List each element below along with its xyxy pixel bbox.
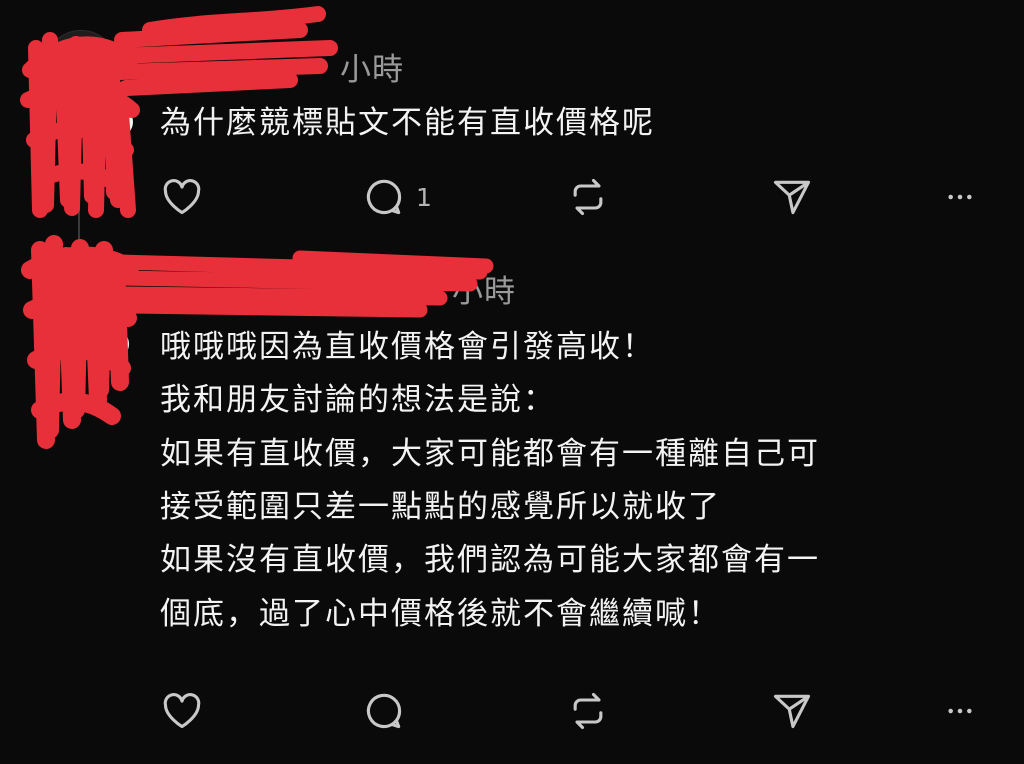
send-icon bbox=[773, 694, 811, 729]
post-text: 哦哦哦因為直收價格會引發高收！ 我和朋友討論的想法是說： 如果有直收價，大家可能… bbox=[160, 329, 820, 632]
repost-button[interactable] bbox=[566, 172, 610, 222]
more-button[interactable] bbox=[944, 172, 976, 222]
comment-icon bbox=[366, 179, 402, 215]
post-text: 為什麼競標貼文不能有直收價格呢 bbox=[160, 105, 655, 141]
more-icon bbox=[948, 194, 972, 200]
repost-icon bbox=[573, 692, 603, 730]
repost-icon bbox=[573, 178, 603, 216]
avatar[interactable] bbox=[44, 30, 118, 104]
send-icon bbox=[773, 180, 811, 215]
action-bar bbox=[0, 686, 1024, 736]
share-button[interactable] bbox=[770, 686, 814, 736]
more-button[interactable] bbox=[944, 686, 976, 736]
post-2: 小時 哦哦哦因為直收價格會引發高收！ 我和朋友討論的想法是說： 如果有直收價，大… bbox=[0, 230, 1024, 764]
post-timestamp: 小時 bbox=[340, 52, 404, 88]
share-button[interactable] bbox=[770, 172, 814, 222]
more-icon bbox=[948, 708, 972, 714]
heart-icon bbox=[163, 179, 201, 215]
reply-count: 1 bbox=[416, 182, 432, 212]
heart-icon bbox=[163, 693, 201, 729]
follow-badge-icon[interactable] bbox=[100, 104, 136, 140]
follow-badge-icon[interactable] bbox=[96, 326, 132, 362]
reply-button[interactable]: 1 bbox=[362, 172, 432, 222]
avatar[interactable] bbox=[34, 272, 108, 346]
comment-icon bbox=[366, 693, 402, 729]
repost-button[interactable] bbox=[566, 686, 610, 736]
like-button[interactable] bbox=[160, 172, 204, 222]
like-button[interactable] bbox=[160, 686, 204, 736]
post-1: 小時 為什麼競標貼文不能有直收價格呢 1 bbox=[0, 0, 1024, 240]
reply-button[interactable] bbox=[362, 686, 416, 736]
action-bar: 1 bbox=[0, 172, 1024, 222]
post-timestamp: 小時 bbox=[452, 274, 516, 310]
